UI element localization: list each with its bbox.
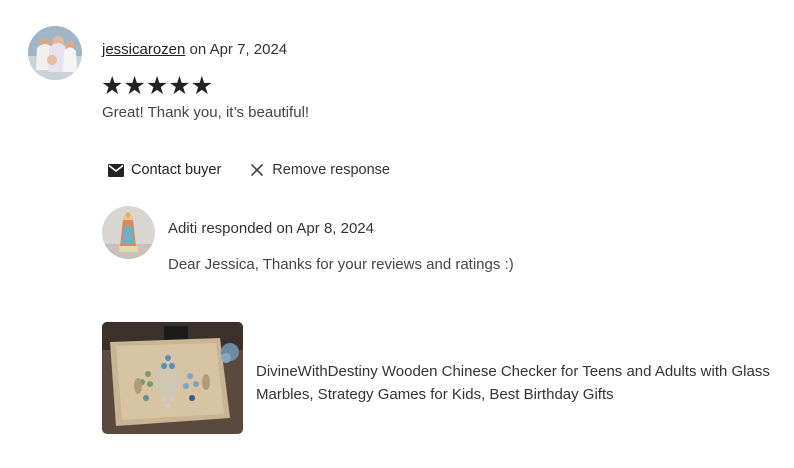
remove-response-button[interactable]: Remove response (249, 162, 390, 178)
response-heading: Aditi responded on Apr 8, 2024 (168, 220, 374, 237)
reviewer-avatar[interactable] (28, 26, 82, 80)
contact-buyer-label: Contact buyer (131, 162, 222, 178)
envelope-icon (108, 162, 124, 178)
response-text: Dear Jessica, Thanks for your reviews an… (168, 256, 514, 273)
review-text: Great! Thank you, it’s beautiful! (102, 104, 310, 121)
review-card: jessicarozen on Apr 7, 2024 ★★★★★ Great!… (0, 0, 794, 468)
star-rating: ★★★★★ (101, 72, 214, 100)
reviewer-username-link[interactable]: jessicarozen (102, 41, 185, 58)
remove-response-label: Remove response (272, 162, 390, 178)
product-title-link[interactable]: DivineWithDestiny Wooden Chinese Checker… (256, 360, 776, 406)
seller-avatar[interactable] (102, 206, 155, 259)
contact-buyer-button[interactable]: Contact buyer (108, 162, 221, 178)
review-byline: jessicarozen on Apr 7, 2024 (102, 41, 287, 58)
review-actions: Contact buyer Remove response (108, 162, 390, 178)
product-thumbnail[interactable] (102, 322, 243, 434)
close-icon (249, 162, 265, 178)
review-date: on Apr 7, 2024 (189, 41, 288, 58)
